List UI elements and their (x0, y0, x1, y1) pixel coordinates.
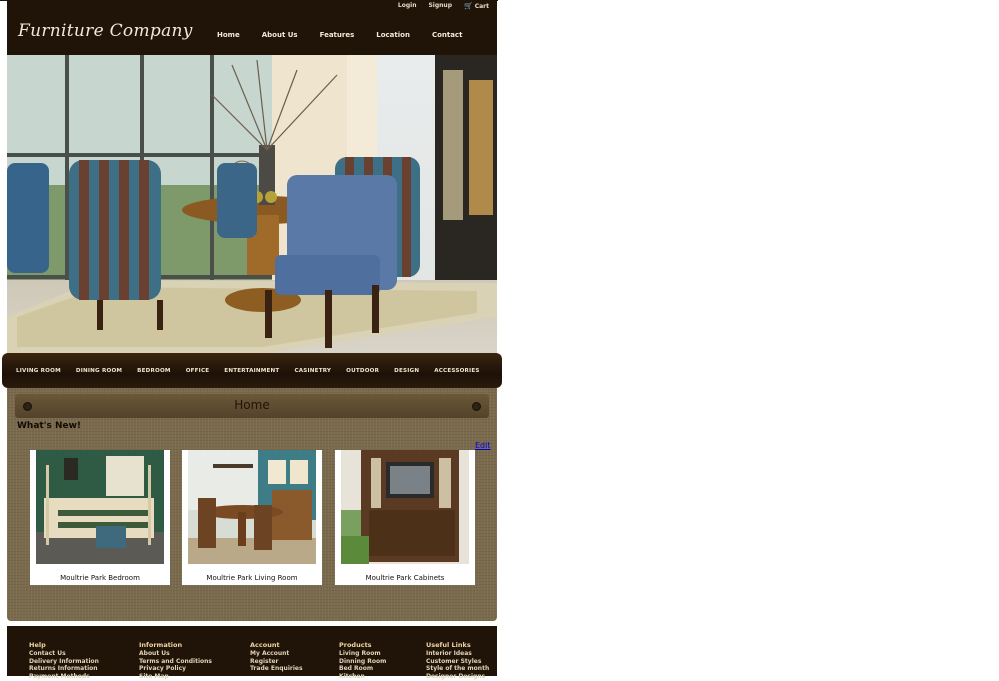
footer-link[interactable]: My Account (250, 650, 303, 658)
footer-link[interactable]: Site Map (139, 673, 212, 681)
nav-about-us[interactable]: About Us (262, 31, 298, 39)
category-casinetry[interactable]: CASINETRY (294, 368, 331, 374)
main-nav: Home About Us Features Location Contact (217, 31, 484, 39)
page-container: Login Signup 🛒 Cart Furniture Company Hom… (2, 0, 502, 680)
footer-link[interactable]: Living Room (339, 650, 386, 658)
nav-contact[interactable]: Contact (432, 31, 463, 39)
page-title: Home (234, 398, 270, 412)
footer-link[interactable]: Dinning Room (339, 658, 386, 666)
product-image-bedroom[interactable] (36, 450, 164, 564)
footer-link[interactable]: Privacy Policy (139, 665, 212, 673)
footer-link[interactable]: Interior Ideas (426, 650, 489, 658)
content-panel: Home What's New! Edit Moultrie Park Bedr… (7, 388, 497, 621)
footer-link[interactable]: Kitchen (339, 673, 386, 681)
footer-col-account: Account My Account Register Trade Enquir… (250, 641, 303, 673)
footer-link[interactable]: About Us (139, 650, 212, 658)
login-link[interactable]: Login (398, 2, 417, 10)
category-office[interactable]: OFFICE (186, 368, 210, 374)
footer-link[interactable]: Bed Room (339, 665, 386, 673)
cart-icon: 🛒 (464, 2, 473, 10)
category-dining-room[interactable]: DINING ROOM (76, 368, 122, 374)
product-caption[interactable]: Moultrie Park Cabinets (335, 574, 475, 582)
category-living-room[interactable]: LIVING ROOM (16, 368, 61, 374)
footer-link[interactable]: Designer Designs (426, 673, 489, 681)
category-design[interactable]: DESIGN (394, 368, 419, 374)
footer-link[interactable]: Payment Methods (29, 673, 99, 681)
footer-link[interactable]: Delivery Information (29, 658, 99, 666)
product-card-cabinets[interactable]: Moultrie Park Cabinets (335, 450, 475, 585)
category-bedroom[interactable]: BEDROOM (137, 368, 171, 374)
footer-col-products: Products Living Room Dinning Room Bed Ro… (339, 641, 386, 681)
hero-banner-image (7, 55, 497, 353)
footer-heading: Help (29, 641, 46, 649)
footer-col-useful-links: Useful Links Interior Ideas Customer Sty… (426, 641, 489, 681)
category-nav: LIVING ROOM DINING ROOM BEDROOM OFFICE E… (2, 353, 502, 388)
site-logo[interactable]: Furniture Company (18, 21, 193, 41)
footer-link[interactable]: Register (250, 658, 303, 666)
nav-home[interactable]: Home (217, 31, 240, 39)
category-entertainment[interactable]: ENTERTAINMENT (224, 368, 279, 374)
home-title-bar: Home (15, 394, 489, 418)
product-image-living-room[interactable] (188, 450, 316, 564)
footer-heading: Useful Links (426, 641, 471, 649)
footer-heading: Products (339, 641, 372, 649)
footer-col-help: Help Contact Us Delivery Information Ret… (29, 641, 99, 681)
signup-link[interactable]: Signup (428, 2, 452, 10)
footer-link[interactable]: Returns Information (29, 665, 99, 673)
footer-link[interactable]: Style of the month (426, 665, 489, 673)
footer-link[interactable]: Customer Styles (426, 658, 489, 666)
whats-new-heading: What's New! (17, 421, 82, 431)
cart-label: Cart (474, 3, 489, 10)
edit-link[interactable]: Edit (475, 441, 491, 450)
category-accessories[interactable]: ACCESSORIES (434, 368, 479, 374)
footer-link[interactable]: Trade Enquiries (250, 665, 303, 673)
footer-col-information: Information About Us Terms and Condition… (139, 641, 212, 681)
nav-location[interactable]: Location (376, 31, 410, 39)
nav-features[interactable]: Features (320, 31, 355, 39)
footer-link[interactable]: Terms and Conditions (139, 658, 212, 666)
cart-link[interactable]: 🛒 Cart (464, 2, 489, 10)
product-caption[interactable]: Moultrie Park Bedroom (30, 574, 170, 582)
footer-link[interactable]: Contact Us (29, 650, 99, 658)
category-outdoor[interactable]: OUTDOOR (346, 368, 379, 374)
product-card-living-room[interactable]: Moultrie Park Living Room (182, 450, 322, 585)
site-header: Login Signup 🛒 Cart Furniture Company Hom… (7, 0, 497, 55)
footer-heading: Information (139, 641, 183, 649)
site-footer: Help Contact Us Delivery Information Ret… (7, 626, 497, 680)
bullet-right-icon (472, 402, 481, 411)
footer-heading: Account (250, 641, 280, 649)
product-card-bedroom[interactable]: Moultrie Park Bedroom (30, 450, 170, 585)
product-caption[interactable]: Moultrie Park Living Room (182, 574, 322, 582)
top-links: Login Signup 🛒 Cart (398, 2, 489, 10)
product-image-cabinets[interactable] (341, 450, 469, 564)
